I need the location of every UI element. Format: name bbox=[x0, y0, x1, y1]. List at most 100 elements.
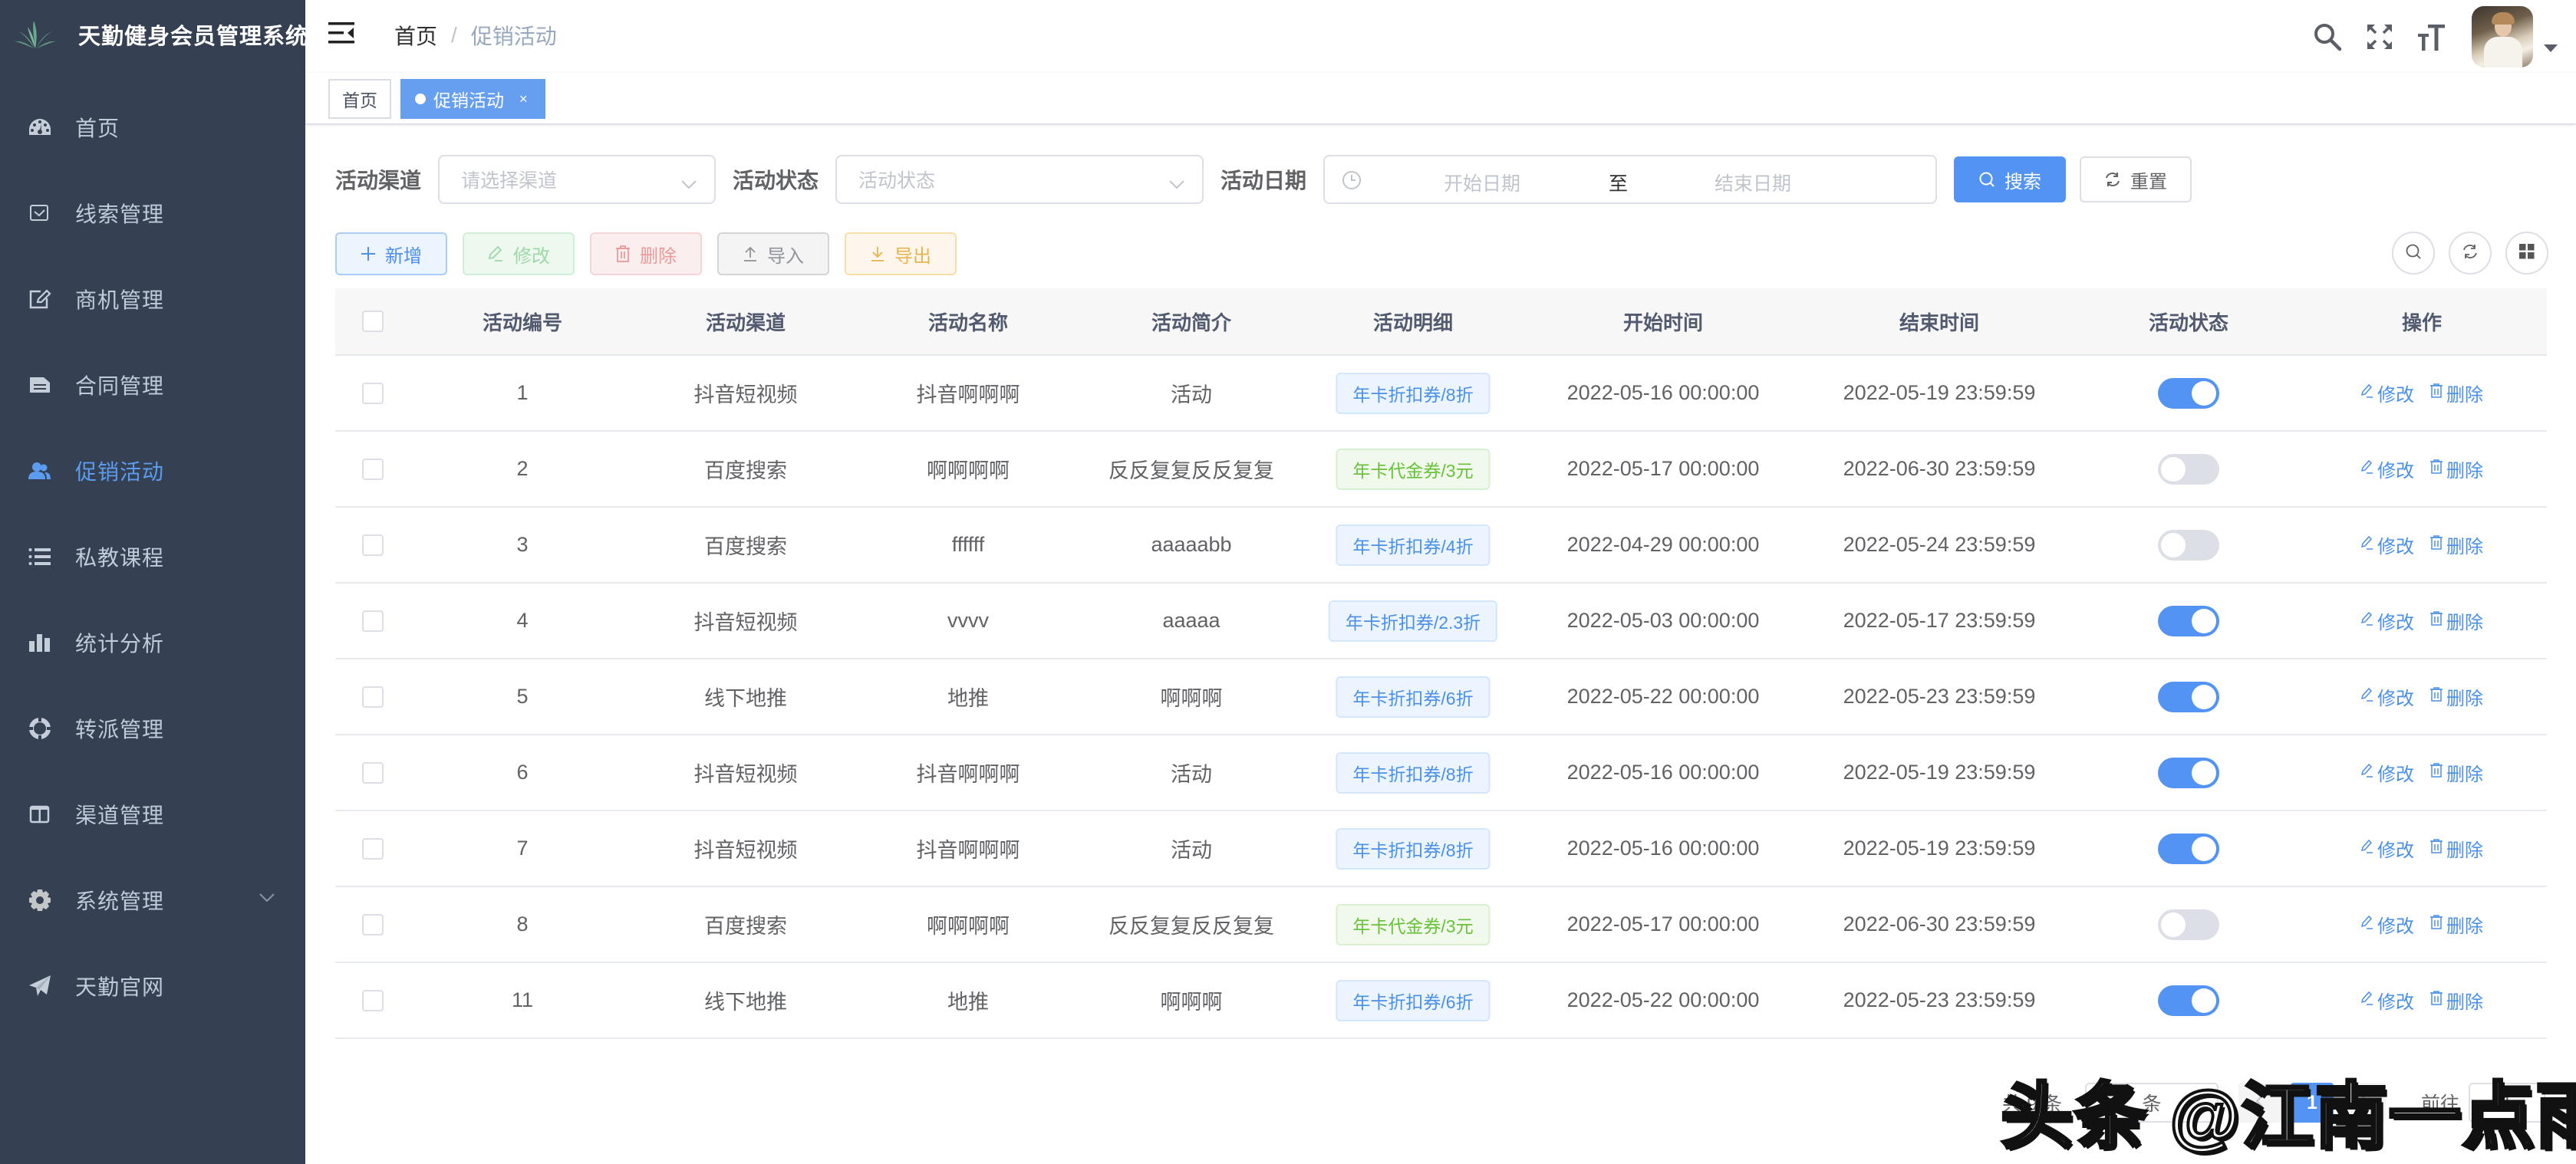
detail-badge: 年卡折扣券/6折 bbox=[1336, 676, 1491, 718]
status-select[interactable]: 活动状态 bbox=[835, 155, 1204, 204]
sidebar-item-system[interactable]: 系统管理 bbox=[0, 857, 305, 943]
row-delete-link[interactable]: 删除 bbox=[2429, 911, 2483, 938]
tag-home[interactable]: 首页 bbox=[328, 79, 391, 119]
action-toolbar: 新增 修改 删除 导入 导出 bbox=[335, 232, 972, 276]
sidebar-item-transfer[interactable]: 转派管理 bbox=[0, 686, 305, 771]
date-range-picker[interactable]: 开始日期 至 结束日期 bbox=[1323, 155, 1938, 204]
tag-label: 促销活动 bbox=[433, 90, 504, 110]
sidebar-item-channels[interactable]: 渠道管理 bbox=[0, 771, 305, 857]
edit-button[interactable]: 修改 bbox=[463, 232, 575, 275]
row-checkbox-cell bbox=[362, 735, 384, 810]
row-edit-link[interactable]: 修改 bbox=[2360, 683, 2414, 710]
row-checkbox[interactable] bbox=[362, 837, 384, 860]
sidebar-item-website[interactable]: 天勤官网 bbox=[0, 943, 305, 1029]
row-delete-link[interactable]: 删除 bbox=[2429, 835, 2483, 862]
sidebar-item-opportunity[interactable]: 商机管理 bbox=[0, 256, 305, 342]
cell-channel: 百度搜索 bbox=[704, 915, 787, 938]
status-toggle[interactable] bbox=[2158, 909, 2219, 940]
active-dot-icon bbox=[415, 94, 426, 104]
goto-page-input[interactable]: 1 bbox=[2469, 1083, 2545, 1123]
delete-button[interactable]: 删除 bbox=[590, 232, 702, 275]
row-edit-link[interactable]: 修改 bbox=[2360, 455, 2414, 482]
search-button[interactable]: 搜索 bbox=[1954, 156, 2067, 202]
next-page-button[interactable] bbox=[2342, 1083, 2386, 1123]
reset-button[interactable]: 重置 bbox=[2080, 156, 2192, 202]
row-edit-link[interactable]: 修改 bbox=[2360, 759, 2414, 786]
row-delete-link[interactable]: 删除 bbox=[2429, 531, 2483, 558]
column-header[interactable]: 活动简介 bbox=[1151, 288, 1231, 354]
import-button[interactable]: 导入 bbox=[717, 232, 829, 275]
row-edit-link[interactable]: 修改 bbox=[2360, 380, 2414, 406]
row-checkbox[interactable] bbox=[362, 761, 384, 784]
status-toggle[interactable] bbox=[2158, 833, 2219, 864]
add-button[interactable]: 新增 bbox=[335, 232, 447, 275]
sidebar-item-home[interactable]: 首页 bbox=[0, 84, 305, 170]
select-all-checkbox[interactable] bbox=[362, 311, 384, 332]
column-header[interactable]: 开始时间 bbox=[1623, 288, 1703, 354]
cell-end-time: 2022-05-19 23:59:59 bbox=[1843, 761, 2036, 784]
sidebar-item-courses[interactable]: 私教课程 bbox=[0, 514, 305, 600]
start-date-input[interactable]: 开始日期 bbox=[1444, 169, 1520, 196]
row-checkbox[interactable] bbox=[362, 382, 384, 404]
status-toggle[interactable] bbox=[2158, 985, 2219, 1016]
column-header[interactable]: 活动编号 bbox=[483, 288, 562, 354]
row-edit-link[interactable]: 修改 bbox=[2360, 987, 2414, 1014]
row-delete-link[interactable]: 删除 bbox=[2429, 683, 2483, 710]
promotions-table: 活动编号 活动渠道 活动名称 活动简介 活动明细 开始时间 结束时间 活动状态 … bbox=[335, 288, 2547, 1039]
row-checkbox[interactable] bbox=[362, 913, 384, 935]
row-checkbox[interactable] bbox=[362, 989, 384, 1011]
row-delete-link[interactable]: 删除 bbox=[2429, 455, 2483, 482]
row-checkbox[interactable] bbox=[362, 610, 384, 632]
fullscreen-icon[interactable] bbox=[2363, 20, 2396, 54]
search-icon[interactable] bbox=[2311, 20, 2344, 54]
export-button[interactable]: 导出 bbox=[845, 232, 957, 275]
status-toggle[interactable] bbox=[2158, 681, 2219, 712]
column-header[interactable]: 结束时间 bbox=[1899, 288, 1979, 354]
sidebar-item-promotions[interactable]: 促销活动 bbox=[0, 428, 305, 514]
column-header[interactable]: 活动状态 bbox=[2149, 288, 2228, 354]
row-edit-link[interactable]: 修改 bbox=[2360, 531, 2414, 558]
row-checkbox[interactable] bbox=[362, 534, 384, 556]
end-date-input[interactable]: 结束日期 bbox=[1715, 169, 1791, 196]
status-toggle[interactable] bbox=[2158, 529, 2219, 561]
sidebar-item-contracts[interactable]: 合同管理 bbox=[0, 342, 305, 428]
sidebar-item-label: 线索管理 bbox=[75, 202, 165, 226]
status-toggle[interactable] bbox=[2158, 757, 2219, 788]
close-icon[interactable]: × bbox=[519, 91, 528, 107]
cell-intro: 活动 bbox=[1171, 763, 1212, 786]
sidebar-item-leads[interactable]: 线索管理 bbox=[0, 170, 305, 256]
sidebar-item-statistics[interactable]: 统计分析 bbox=[0, 600, 305, 686]
breadcrumb-home[interactable]: 首页 bbox=[394, 20, 437, 51]
row-checkbox[interactable] bbox=[362, 458, 384, 480]
status-toggle[interactable] bbox=[2158, 377, 2219, 409]
cell-id: 2 bbox=[516, 457, 529, 480]
row-checkbox[interactable] bbox=[362, 686, 384, 708]
font-size-icon[interactable] bbox=[2415, 20, 2449, 54]
tag-promotions[interactable]: 促销活动 × bbox=[400, 79, 545, 119]
prev-page-button[interactable] bbox=[2238, 1083, 2281, 1123]
status-toggle[interactable] bbox=[2158, 453, 2219, 485]
column-header[interactable]: 活动明细 bbox=[1373, 288, 1453, 354]
column-header[interactable]: 活动渠道 bbox=[706, 288, 786, 354]
status-toggle[interactable] bbox=[2158, 605, 2219, 636]
hamburger-menu-icon[interactable] bbox=[328, 21, 356, 48]
row-delete-link[interactable]: 删除 bbox=[2429, 607, 2483, 634]
columns-toggle-button[interactable] bbox=[2505, 232, 2548, 275]
row-edit-link[interactable]: 修改 bbox=[2360, 607, 2414, 634]
row-delete-link[interactable]: 删除 bbox=[2429, 759, 2483, 786]
user-avatar[interactable] bbox=[2472, 5, 2533, 67]
refresh-button[interactable] bbox=[2449, 232, 2492, 275]
column-header[interactable]: 活动名称 bbox=[928, 288, 1008, 354]
row-delete-link[interactable]: 删除 bbox=[2429, 987, 2483, 1014]
page-size-select[interactable]: 条 bbox=[2084, 1083, 2219, 1123]
row-delete-link[interactable]: 删除 bbox=[2429, 380, 2483, 406]
edit-icon bbox=[2360, 459, 2377, 480]
page-number-current[interactable]: 1 bbox=[2290, 1083, 2334, 1123]
status-placeholder: 活动状态 bbox=[858, 170, 936, 192]
caret-down-icon[interactable] bbox=[2544, 44, 2558, 52]
users-icon bbox=[28, 459, 52, 483]
channel-select[interactable]: 请选择渠道 bbox=[438, 155, 716, 204]
row-edit-link[interactable]: 修改 bbox=[2360, 835, 2414, 862]
row-edit-link[interactable]: 修改 bbox=[2360, 911, 2414, 938]
toggle-search-button[interactable] bbox=[2392, 232, 2435, 275]
